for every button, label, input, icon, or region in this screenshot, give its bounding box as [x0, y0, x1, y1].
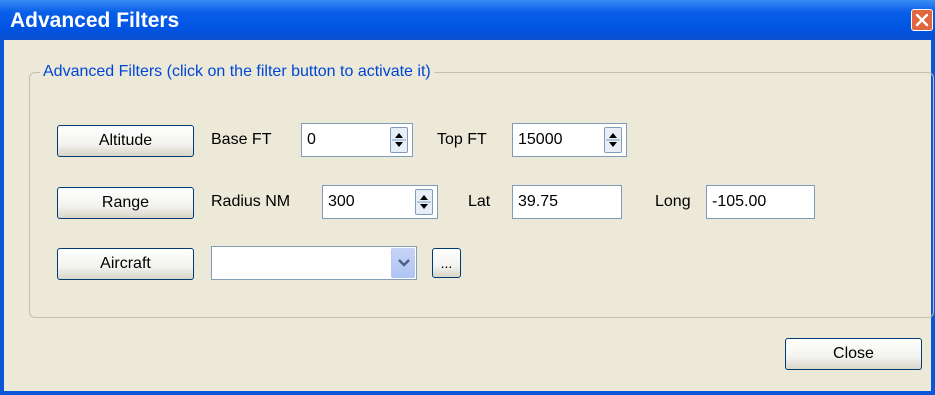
long-input[interactable]: -105.00 [706, 185, 815, 219]
base-ft-spinner[interactable] [390, 127, 408, 153]
spinner-arrows-icon [417, 195, 431, 209]
altitude-filter-button[interactable]: Altitude [57, 125, 194, 157]
spinner-arrows-icon [606, 133, 620, 147]
title-bar[interactable]: Advanced Filters [0, 0, 935, 40]
top-ft-label: Top FT [437, 131, 487, 148]
lat-input[interactable]: 39.75 [512, 185, 622, 219]
top-ft-spinner[interactable] [604, 127, 622, 153]
lat-label: Lat [468, 193, 491, 210]
aircraft-browse-button[interactable]: ... [432, 248, 461, 278]
close-window-button[interactable] [911, 9, 933, 31]
groupbox-legend: Advanced Filters (click on the filter bu… [40, 63, 434, 81]
close-button[interactable]: Close [785, 338, 922, 370]
aircraft-dropdown-button[interactable] [391, 248, 415, 278]
window-title: Advanced Filters [10, 9, 180, 32]
close-icon [915, 13, 929, 27]
long-label: Long [655, 193, 691, 210]
radius-nm-label: Radius NM [211, 193, 291, 210]
aircraft-select[interactable] [211, 246, 417, 280]
base-ft-label: Base FT [211, 131, 272, 148]
spinner-arrows-icon [392, 133, 406, 147]
aircraft-filter-button[interactable]: Aircraft [57, 248, 194, 280]
radius-nm-spinner[interactable] [415, 189, 433, 215]
advanced-filters-dialog: Advanced Filters Advanced Filters (click… [0, 0, 935, 395]
chevron-down-icon [398, 259, 410, 267]
range-filter-button[interactable]: Range [57, 187, 194, 219]
